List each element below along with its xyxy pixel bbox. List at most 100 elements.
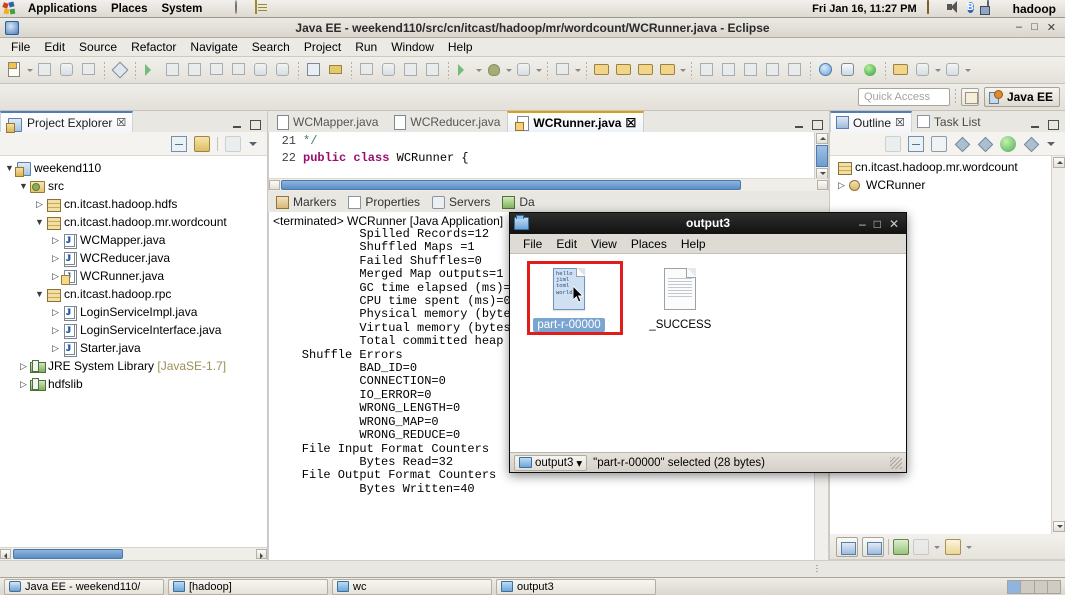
eclipse-maximize-button[interactable]: □ [1031, 21, 1038, 34]
tree-item-cn-itcast-hadoop-hdfs[interactable]: ▷ cn.itcast.hadoop.hdfs [0, 195, 267, 213]
collapse-all-icon[interactable] [908, 135, 924, 152]
history-forward-dropdown-icon[interactable] [964, 60, 972, 80]
collapse-arrow-icon[interactable]: ▼ [18, 181, 29, 191]
scroll-right-icon[interactable] [817, 180, 828, 190]
publish-icon[interactable] [945, 538, 961, 555]
taskbar-button-wc[interactable]: wc [332, 578, 492, 595]
file-item-success[interactable]: _SUCCESS [635, 264, 725, 332]
pin-icon[interactable] [891, 60, 911, 80]
tab-task-list[interactable]: Task List [912, 111, 987, 132]
debug-dropdown-icon[interactable] [505, 60, 513, 80]
code-editor[interactable]: 21 */ 22 public class WCRunner { [268, 132, 829, 191]
tree-item-hdfslib[interactable]: ▷ hdfslib [0, 375, 267, 393]
hide-fields-icon[interactable] [954, 136, 970, 152]
tab-wcmapper[interactable]: WCMapper.java [268, 111, 385, 132]
menu-applications[interactable]: Applications [21, 0, 104, 18]
collapse-all-icon[interactable] [171, 135, 187, 152]
folder3-icon[interactable] [636, 60, 656, 80]
menu-navigate[interactable]: Navigate [183, 38, 244, 57]
firefox-icon[interactable] [215, 1, 231, 17]
tree-item-weekend110[interactable]: ▼ weekend110 [0, 159, 267, 177]
server-status-icon[interactable] [860, 60, 880, 80]
save-icon[interactable] [35, 60, 55, 80]
expand-arrow-icon[interactable]: ▷ [50, 325, 61, 336]
annotation4-icon[interactable] [763, 60, 783, 80]
nautilus-menu-places[interactable]: Places [624, 234, 674, 254]
prev-annotation-icon[interactable] [229, 60, 249, 80]
tree-item-src[interactable]: ▼ src [0, 177, 267, 195]
sort-alphabetically-icon[interactable] [931, 135, 947, 152]
tab-markers[interactable]: Markers [270, 192, 342, 212]
search-icon[interactable] [379, 60, 399, 80]
expand-arrow-icon[interactable]: ▷ [836, 180, 847, 191]
open-perspective-icon[interactable] [960, 88, 979, 106]
tab-servers[interactable]: Servers [426, 192, 496, 212]
scroll-left-icon[interactable] [0, 549, 11, 559]
start-server-icon[interactable] [893, 538, 909, 555]
menu-edit[interactable]: Edit [37, 38, 72, 57]
expand-arrow-icon[interactable]: ▷ [50, 235, 61, 246]
scroll-up-icon[interactable] [815, 133, 828, 144]
menu-project[interactable]: Project [297, 38, 348, 57]
nautilus-file-view[interactable]: hello jiml toml world part-r-00000 _SUCC… [510, 254, 906, 452]
taskbar-button-eclipse[interactable]: Java EE - weekend110/ [4, 578, 164, 595]
save-all-icon[interactable] [57, 60, 77, 80]
menu-file[interactable]: File [4, 38, 37, 57]
nautilus-titlebar[interactable]: output3 – □ ✕ [510, 213, 906, 234]
quick-access-input[interactable]: Quick Access [857, 88, 950, 106]
focus-icon[interactable] [885, 135, 901, 152]
folder4-icon[interactable] [658, 60, 678, 80]
vscroll-thumb[interactable] [815, 145, 828, 167]
web-browser-icon[interactable] [816, 60, 836, 80]
link-with-editor-icon[interactable] [194, 135, 210, 152]
editor-vscrollbar[interactable] [814, 132, 828, 179]
nautilus-menu-edit[interactable]: Edit [549, 234, 584, 254]
stop-server-icon[interactable] [913, 538, 929, 555]
next-annotation-icon[interactable] [207, 60, 227, 80]
view-menu-icon[interactable] [248, 136, 260, 152]
new-server-icon[interactable] [836, 536, 858, 557]
expand-arrow-icon[interactable]: ▷ [50, 253, 61, 264]
folder-icon[interactable] [592, 60, 612, 80]
menu-window[interactable]: Window [384, 38, 441, 57]
outline-vscrollbar[interactable] [1051, 156, 1065, 534]
hide-nonpublic-icon[interactable] [1000, 135, 1016, 152]
minimize-editor-icon[interactable] [794, 121, 805, 130]
new-server-alt-icon[interactable] [862, 536, 884, 557]
close-icon[interactable]: ☒ [895, 116, 905, 129]
maximize-view-icon[interactable] [1048, 120, 1059, 130]
menu-system[interactable]: System [154, 0, 209, 18]
history-back-icon[interactable] [913, 60, 933, 80]
display-icon[interactable] [986, 0, 1003, 17]
expand-arrow-icon[interactable]: ▷ [18, 379, 29, 390]
back-icon[interactable] [251, 60, 271, 80]
eclipse-close-button[interactable]: ✕ [1047, 21, 1056, 34]
tree-item-loginserviceimpl-java[interactable]: ▷JLoginServiceImpl.java [0, 303, 267, 321]
taskbar-button-output3[interactable]: output3 [496, 578, 656, 595]
minimize-view-icon[interactable] [1030, 121, 1041, 130]
external-tools-dropdown-icon[interactable] [574, 60, 582, 80]
tab-properties[interactable]: Properties [342, 192, 426, 212]
volume-icon[interactable] [947, 1, 963, 17]
tab-project-explorer[interactable]: Project Explorer ☒ [0, 111, 134, 133]
validate-icon[interactable] [838, 60, 858, 80]
run-server-icon[interactable] [454, 60, 474, 80]
menu-source[interactable]: Source [72, 38, 124, 57]
profile-dropdown-icon[interactable] [535, 60, 543, 80]
new-icon[interactable] [5, 60, 25, 80]
hide-local-types-icon[interactable] [1023, 136, 1039, 152]
forward-icon[interactable] [273, 60, 293, 80]
new-package-icon[interactable] [423, 60, 443, 80]
annotation-icon[interactable] [697, 60, 717, 80]
nautilus-menu-view[interactable]: View [584, 234, 624, 254]
gnome-foot-icon[interactable] [2, 0, 17, 16]
debug-icon[interactable] [484, 60, 504, 80]
menu-search[interactable]: Search [245, 38, 297, 57]
maximize-view-icon[interactable] [250, 120, 261, 130]
debug-step-icon[interactable] [163, 60, 183, 80]
nautilus-menu-help[interactable]: Help [674, 234, 713, 254]
external-tools-icon[interactable] [553, 60, 573, 80]
run-last-icon[interactable] [141, 60, 161, 80]
tree-item-cn-itcast-hadoop-rpc[interactable]: ▼ cn.itcast.hadoop.rpc [0, 285, 267, 303]
workspace-switcher[interactable] [1007, 579, 1061, 594]
